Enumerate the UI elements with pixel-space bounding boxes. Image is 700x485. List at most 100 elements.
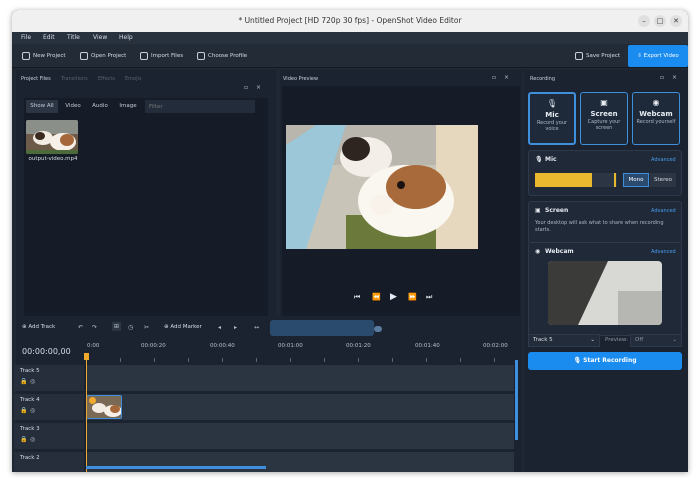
track-lane[interactable]	[86, 423, 514, 449]
menu-help[interactable]: Help	[119, 32, 133, 44]
open-project-button[interactable]: Open Project	[80, 44, 126, 68]
visibility-icon[interactable]: ◎	[30, 436, 35, 443]
start-recording-button[interactable]: 🎙 Start Recording	[528, 352, 682, 370]
add-marker-button[interactable]: ⊕ Add Marker	[164, 321, 210, 334]
menu-bar: File Edit Title View Help	[12, 32, 688, 44]
save-icon	[575, 51, 583, 60]
float-preview-icon[interactable]: ▫	[492, 74, 496, 81]
track-select[interactable]: Track 5 ⌄	[528, 334, 600, 347]
mic-icon: 🎙	[573, 357, 584, 364]
tab-transitions[interactable]: Transitions	[61, 76, 88, 82]
video-preview-title: Video Preview	[283, 76, 319, 82]
ruler-label: 00:02:00	[483, 343, 508, 349]
close-recording-icon[interactable]: ×	[672, 74, 677, 81]
zoom-scrollbar[interactable]	[270, 320, 374, 336]
next-marker-icon[interactable]: ▸	[234, 324, 237, 331]
import-files-button[interactable]: Import Files	[140, 44, 183, 68]
fast-forward-icon[interactable]: ⏩	[408, 291, 417, 303]
file-thumbnail-image	[26, 120, 78, 154]
tab-effects[interactable]: Effects	[98, 76, 115, 82]
ruler-label: 00:01:40	[415, 343, 440, 349]
menu-edit[interactable]: Edit	[43, 32, 55, 44]
tab-emojis[interactable]: Emojis	[125, 76, 141, 82]
lock-icon[interactable]: 🔒	[20, 407, 27, 414]
close-button[interactable]: ✕	[670, 15, 682, 27]
playhead-handle[interactable]	[84, 353, 89, 360]
snap-icon[interactable]: ⊞	[112, 322, 122, 331]
rewind-icon[interactable]: ⏪	[372, 291, 381, 303]
close-panel-icon[interactable]: ×	[256, 84, 261, 91]
add-track-button[interactable]: ⊕ Add Track	[22, 321, 66, 334]
mic-level-fill	[535, 173, 593, 187]
timing-icon[interactable]: ◷	[128, 324, 133, 331]
jump-start-icon[interactable]: ⏮	[354, 291, 360, 303]
webcam-section-title: Webcam	[545, 248, 574, 255]
redo-icon[interactable]: ↷	[92, 324, 97, 331]
visibility-icon[interactable]: ◎	[30, 407, 35, 414]
mono-toggle[interactable]: Mono	[623, 173, 649, 187]
start-recording-label: Start Recording	[583, 357, 637, 364]
menu-file[interactable]: File	[21, 32, 31, 44]
mode-screen-sub: Capture your screen	[587, 119, 621, 131]
minimize-button[interactable]: –	[638, 15, 650, 27]
mode-webcam-label: Webcam	[639, 110, 673, 118]
preview-select[interactable]: Off ⌄	[630, 334, 682, 347]
timeline-horizontal-scrollbar[interactable]	[86, 466, 266, 469]
mic-advanced-link[interactable]: Advanced	[651, 157, 676, 163]
track-header: Track 2	[14, 452, 84, 472]
float-recording-icon[interactable]: ▫	[660, 74, 664, 81]
track-header: Track 3 🔒 ◎	[14, 423, 84, 449]
stereo-toggle[interactable]: Stereo	[650, 173, 676, 187]
center-icon[interactable]: ↔	[254, 324, 259, 331]
save-project-button[interactable]: Save Project	[575, 44, 620, 68]
webcam-section-icon: ◉	[535, 248, 541, 255]
close-preview-icon[interactable]: ×	[504, 74, 509, 81]
undo-icon[interactable]: ↶	[78, 324, 83, 331]
new-project-label: New Project	[33, 53, 66, 59]
lock-icon[interactable]: 🔒	[20, 378, 27, 385]
float-panel-icon[interactable]: ▫	[244, 84, 248, 91]
track-lane[interactable]	[86, 365, 514, 391]
folder-icon	[80, 51, 88, 60]
menu-title[interactable]: Title	[67, 32, 80, 44]
webcam-advanced-link[interactable]: Advanced	[651, 249, 676, 255]
filter-show-all[interactable]: Show All	[26, 100, 58, 113]
lock-icon[interactable]: 🔒	[20, 436, 27, 443]
timeline-vertical-scrollbar[interactable]	[515, 360, 518, 440]
export-video-button[interactable]: ⇩ Export Video	[628, 45, 688, 67]
mode-webcam-button[interactable]: ◉ Webcam Record yourself	[632, 92, 680, 145]
filter-video[interactable]: Video	[61, 100, 85, 113]
visibility-icon[interactable]: ◎	[30, 378, 35, 385]
screen-description: Your desktop will ask what to share when…	[535, 220, 664, 233]
prev-marker-icon[interactable]: ◂	[218, 324, 221, 331]
track-lane[interactable]	[86, 394, 514, 420]
add-marker-label: Add Marker	[170, 324, 202, 330]
track-name: Track 4	[20, 397, 40, 403]
track-lane[interactable]	[86, 452, 514, 472]
webcam-preview	[548, 261, 662, 325]
menu-view[interactable]: View	[93, 32, 107, 44]
mode-webcam-sub: Record yourself	[636, 119, 676, 125]
play-icon[interactable]: ▶	[390, 291, 397, 303]
window-title: * Untitled Project [HD 720p 30 fps] - Op…	[238, 16, 462, 25]
ruler-label: 0:00	[87, 343, 100, 349]
new-project-button[interactable]: New Project	[22, 44, 66, 68]
choose-profile-button[interactable]: Choose Profile	[197, 44, 247, 68]
mode-screen-button[interactable]: ▣ Screen Capture your screen	[580, 92, 628, 145]
filter-audio[interactable]: Audio	[88, 100, 112, 113]
playback-controls: ⏮ ⏪ ▶ ⏩ ⏭	[352, 291, 452, 303]
filter-input[interactable]	[145, 100, 255, 113]
razor-icon[interactable]: ✂	[144, 324, 149, 331]
screen-advanced-link[interactable]: Advanced	[651, 208, 676, 214]
jump-end-icon[interactable]: ⏭	[426, 291, 432, 303]
playhead-line	[86, 360, 87, 472]
maximize-button[interactable]: □	[654, 15, 666, 27]
preview-frame-image	[286, 125, 478, 249]
chevron-down-icon: ⌄	[672, 337, 677, 343]
filter-image[interactable]: Image	[115, 100, 141, 113]
zoom-handle[interactable]	[374, 326, 382, 332]
file-thumbnail[interactable]	[26, 120, 78, 154]
tab-project-files[interactable]: Project Files	[21, 76, 51, 82]
mode-mic-button[interactable]: 🎙 Mic Record your voice	[528, 92, 576, 145]
open-project-label: Open Project	[91, 53, 127, 59]
